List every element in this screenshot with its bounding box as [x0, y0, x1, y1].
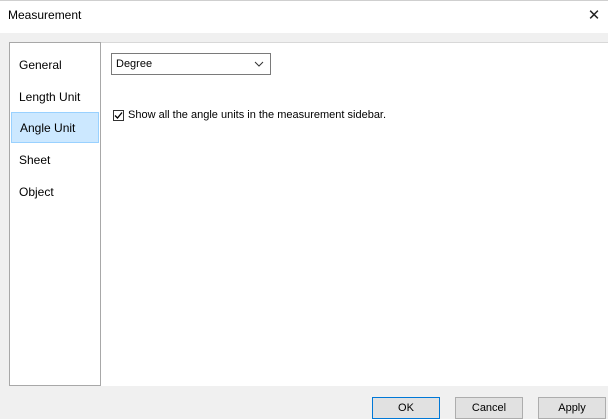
sidebar-item-label: Length Unit: [19, 89, 81, 104]
sidebar-item-object[interactable]: Object: [11, 176, 99, 207]
chevron-down-icon: [254, 61, 264, 67]
close-icon[interactable]: ✕: [584, 5, 604, 25]
sidebar-item-length-unit[interactable]: Length Unit: [11, 81, 99, 112]
show-all-angle-units-option[interactable]: Show all the angle units in the measurem…: [113, 109, 386, 121]
angle-unit-panel: Degree Show all the angle units in the m…: [101, 42, 608, 386]
sidebar-item-angle-unit[interactable]: Angle Unit: [11, 112, 99, 143]
sidebar-item-label: Angle Unit: [20, 120, 76, 135]
sidebar-item-general[interactable]: General: [11, 49, 99, 80]
sidebar-item-sheet[interactable]: Sheet: [11, 144, 99, 175]
window-title: Measurement: [8, 8, 82, 22]
checkmark-icon: [114, 111, 123, 119]
angle-unit-select[interactable]: Degree: [111, 53, 271, 75]
angle-unit-select-value: Degree: [116, 58, 153, 70]
apply-button[interactable]: Apply: [538, 397, 606, 419]
show-all-angle-units-label: Show all the angle units in the measurem…: [128, 109, 387, 121]
button-bar: OK Cancel Apply: [0, 386, 608, 419]
cancel-button[interactable]: Cancel: [455, 397, 523, 419]
sidebar-item-label: Sheet: [19, 152, 51, 167]
sidebar-item-label: Object: [19, 184, 54, 199]
show-all-angle-units-checkbox[interactable]: [113, 109, 124, 121]
sidebar-item-label: General: [19, 57, 62, 72]
title-bar: Measurement ✕: [0, 0, 608, 33]
measurement-dialog: Measurement ✕ General Length Unit Angle …: [0, 0, 608, 419]
ok-button[interactable]: OK: [372, 397, 440, 419]
sidebar: General Length Unit Angle Unit Sheet Obj…: [9, 42, 101, 386]
